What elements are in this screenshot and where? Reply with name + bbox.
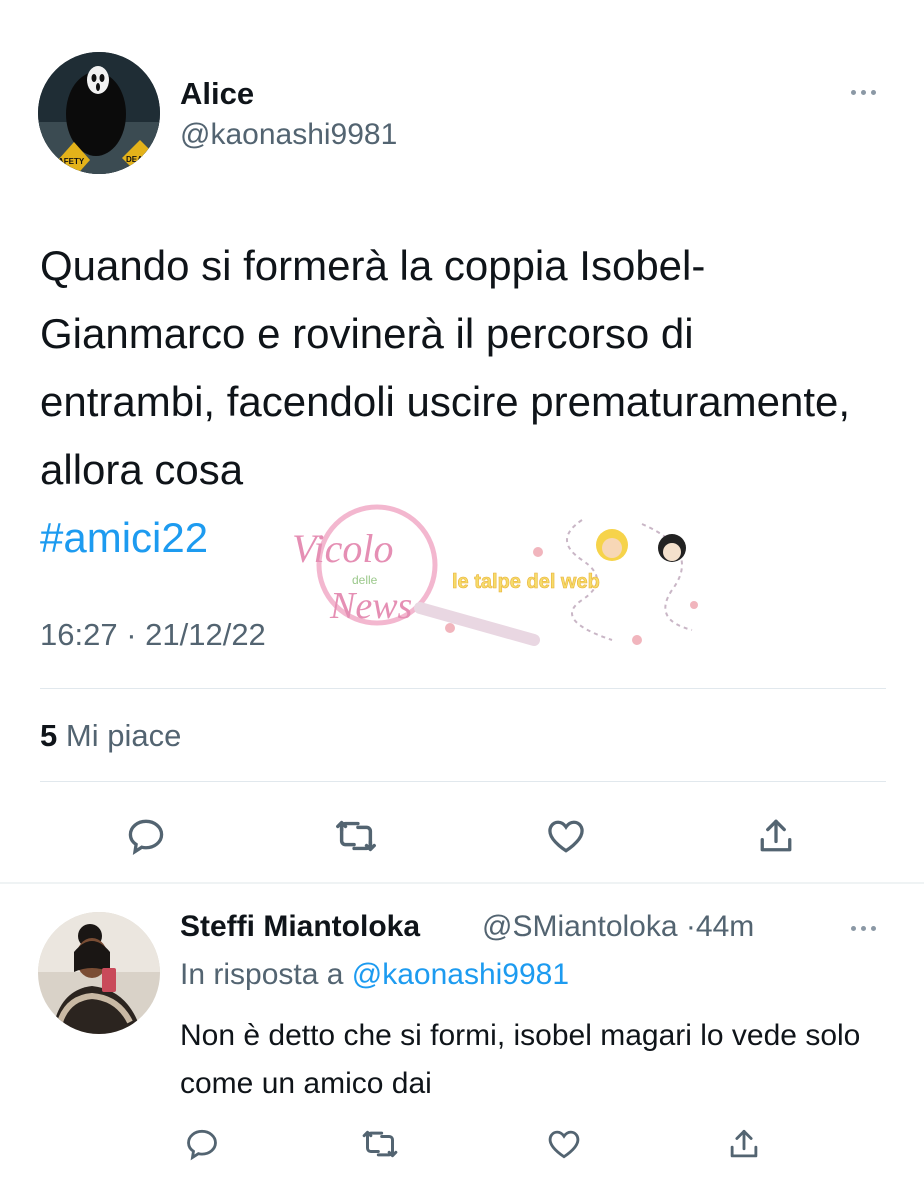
share-button[interactable]	[750, 810, 802, 862]
likes-number: 5	[40, 718, 58, 753]
divider	[40, 688, 886, 689]
avatar-sign-left: AFETY	[58, 157, 85, 166]
avatar-image: AFETY DEAT	[38, 52, 160, 174]
watermark-brand-small: delle	[352, 573, 378, 587]
in-reply-label: In risposta a	[180, 958, 344, 991]
reply-share-button[interactable]	[722, 1122, 766, 1166]
retweet-button[interactable]	[330, 810, 382, 862]
reply-author-name[interactable]: Steffi Miantoloka	[180, 910, 420, 944]
author-handle[interactable]: @kaonashi9981	[180, 118, 397, 152]
reply-meta: @SMiantoloka ·44m	[482, 910, 754, 944]
reply-icon	[128, 819, 164, 855]
reply-retweet-button[interactable]	[358, 1122, 402, 1166]
reply-time[interactable]: 44m	[696, 910, 754, 943]
hashtag-link[interactable]: #amici22	[40, 514, 208, 561]
retweet-icon	[336, 820, 376, 852]
share-icon	[730, 1129, 758, 1158]
section-separator	[0, 882, 924, 884]
tweet-timestamp[interactable]: 16:27 · 21/12/22	[40, 617, 266, 653]
reply-text: Non è detto che si formi, isobel magari …	[180, 1019, 861, 1100]
tweet-text: Quando si formerà la coppia Isobel-Gianm…	[40, 232, 860, 572]
in-reply-to: In risposta a @kaonashi9981	[180, 958, 569, 992]
like-button[interactable]	[540, 810, 592, 862]
likes-label: Mi piace	[65, 718, 182, 753]
reply-like-button[interactable]	[542, 1122, 586, 1166]
divider	[40, 781, 886, 782]
reply-avatar-image	[38, 912, 160, 1034]
in-reply-mention[interactable]: @kaonashi9981	[352, 958, 569, 991]
watermark-brand-line2: News	[329, 585, 412, 627]
reply-author-avatar[interactable]	[38, 912, 160, 1034]
reply-time-separator: ·	[685, 910, 696, 943]
more-dots-icon[interactable]	[851, 90, 876, 95]
tweet-body: Quando si formerà la coppia Isobel-Gianm…	[40, 242, 851, 493]
watermark-tagline: le talpe del web	[452, 571, 600, 593]
reply-reply-button[interactable]	[180, 1122, 224, 1166]
more-dots-icon[interactable]	[851, 926, 876, 931]
likes-count[interactable]: 5 Mi piace	[40, 718, 181, 754]
heart-icon	[548, 820, 584, 853]
avatar-sign-right: DEAT	[126, 155, 147, 164]
reply-author-handle[interactable]: @SMiantoloka	[482, 910, 678, 943]
author-avatar[interactable]: AFETY DEAT	[38, 52, 160, 174]
retweet-icon	[362, 1130, 398, 1158]
heart-icon	[548, 1130, 580, 1159]
reply-icon	[187, 1129, 217, 1161]
author-name[interactable]: Alice	[180, 76, 254, 112]
reply-button[interactable]	[120, 810, 172, 862]
share-icon	[760, 819, 792, 852]
